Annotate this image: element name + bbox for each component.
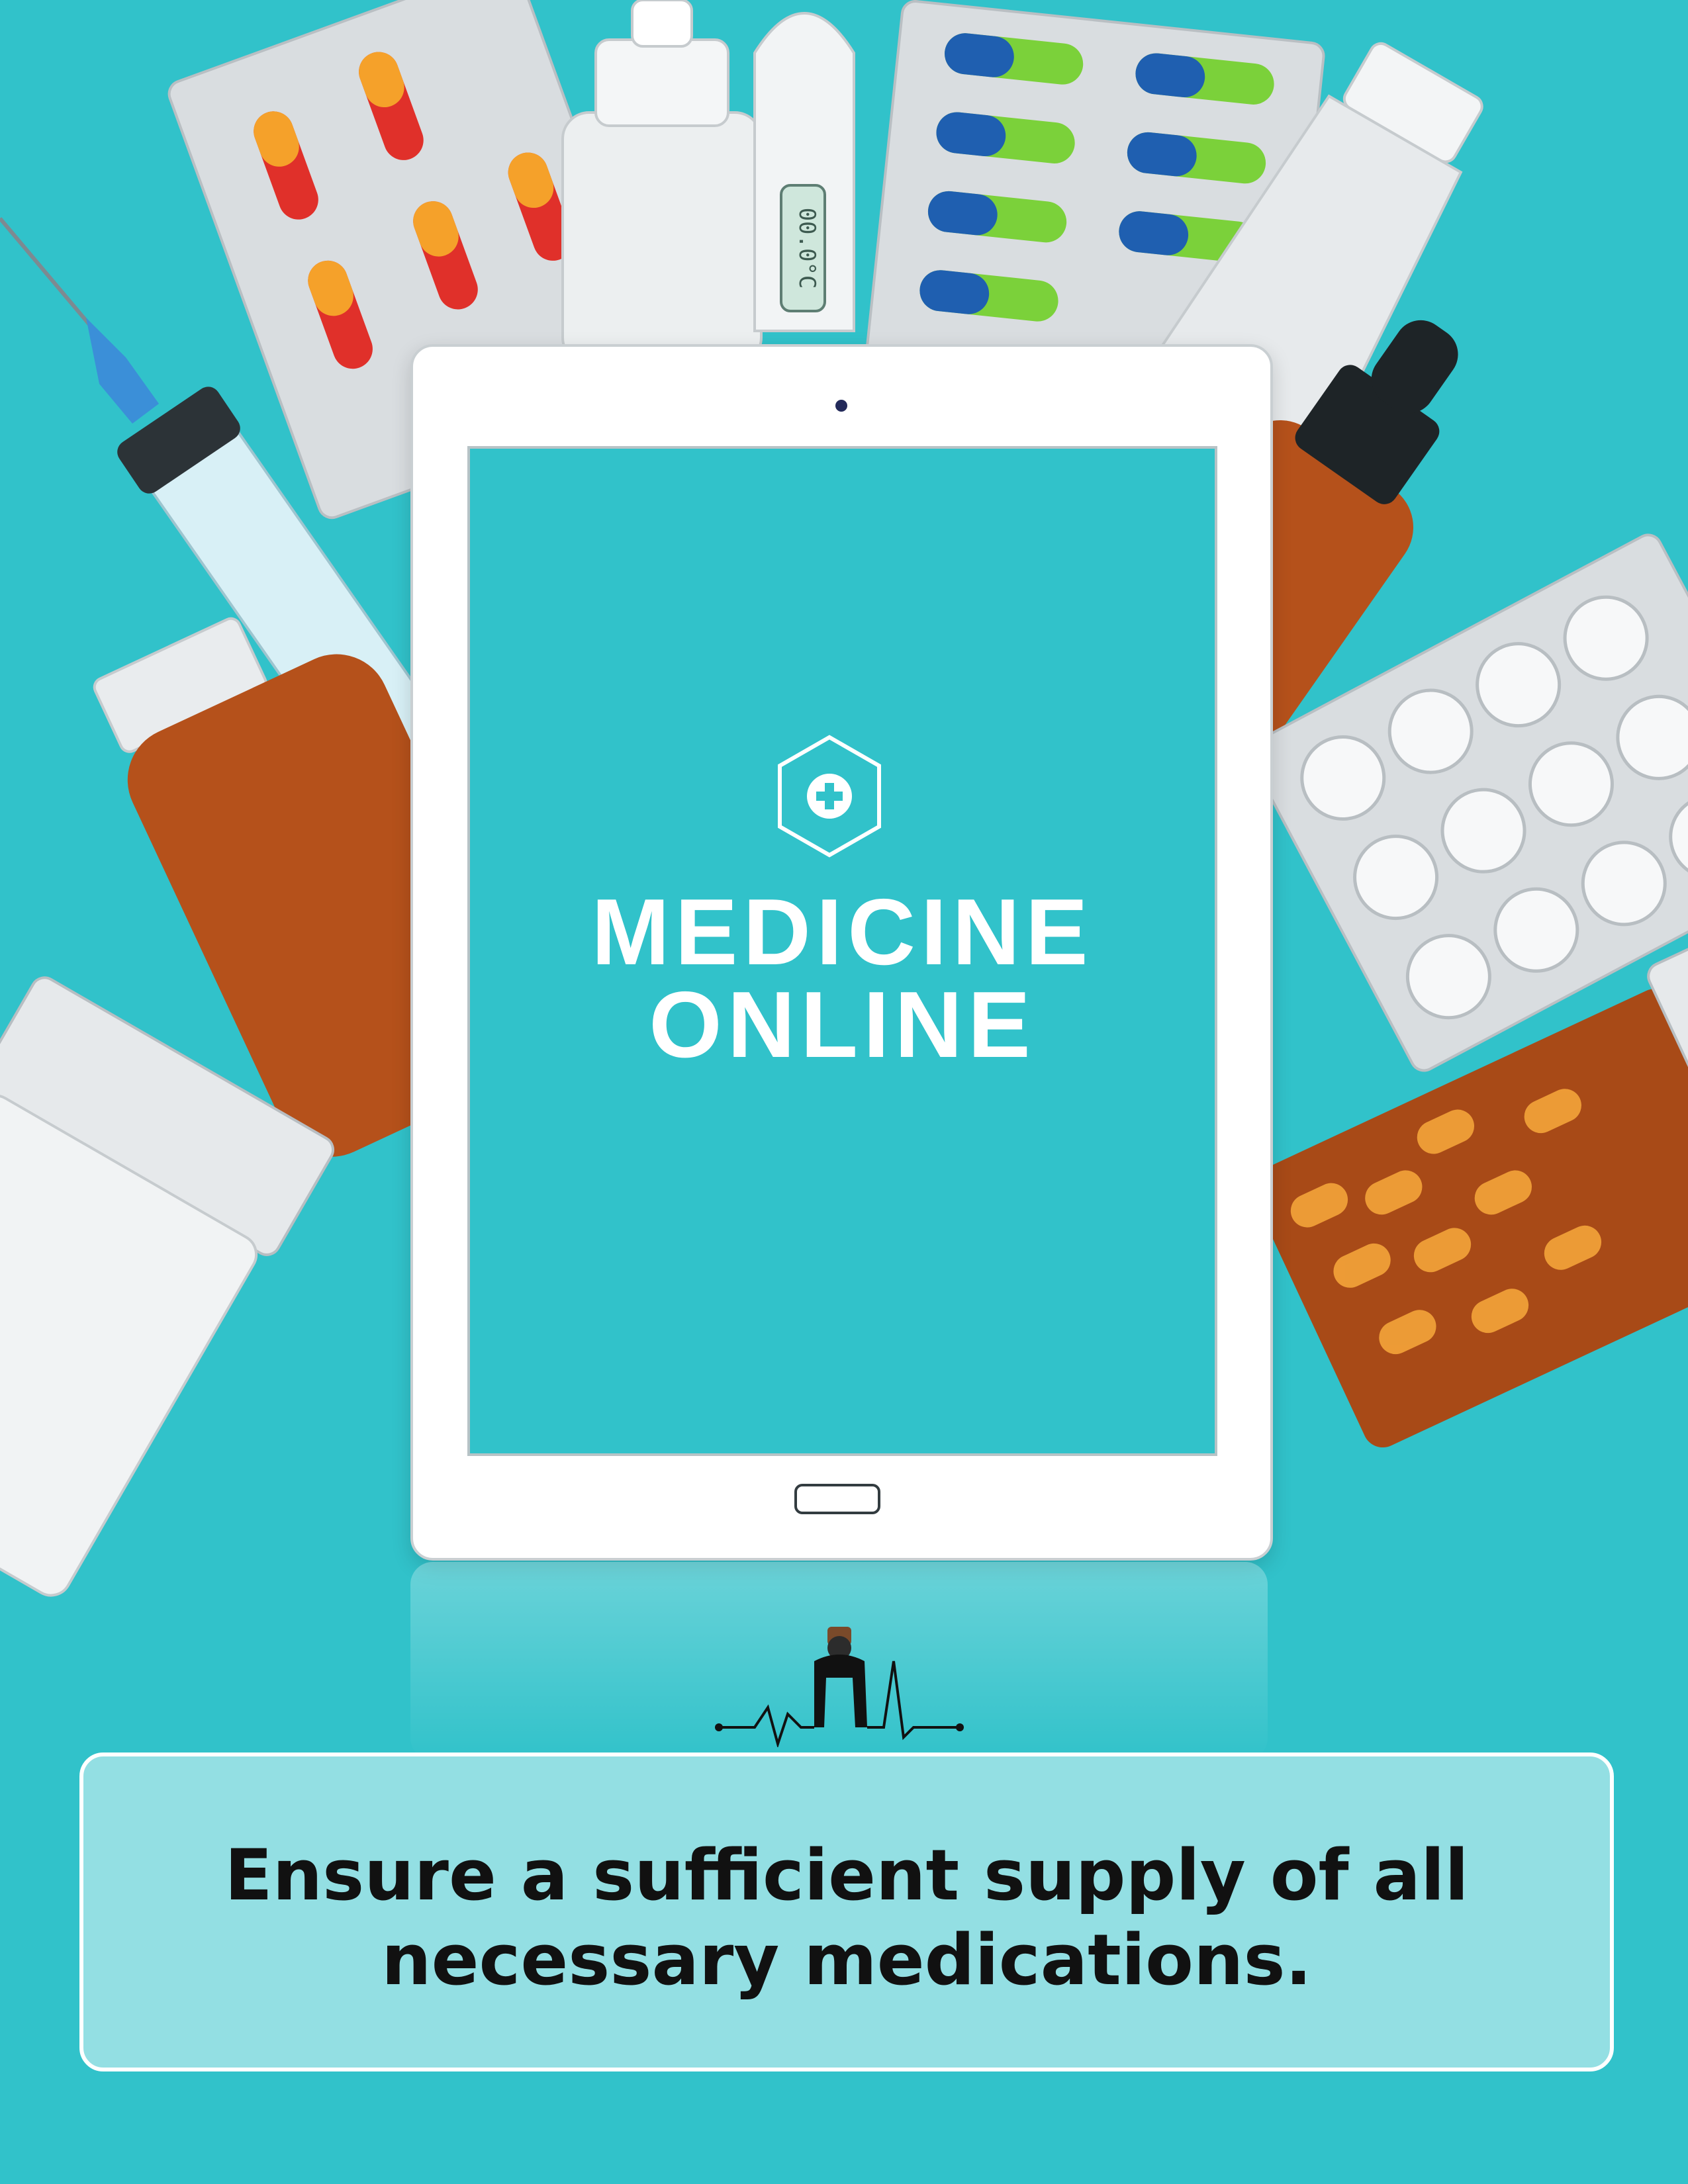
title-line-2: ONLINE xyxy=(649,972,1036,1077)
caption-line-1: Ensure a sufficient supply of all xyxy=(224,1835,1469,1916)
illustration: 00.0°C MEDICINE ONLINE Ensure a sufficie… xyxy=(0,0,1688,2184)
heartbeat-doctor-icon xyxy=(715,1627,964,1747)
caption-line-2: necessary medications. xyxy=(381,1919,1312,2001)
title-line-1: MEDICINE xyxy=(591,880,1094,985)
caption-text: Ensure a sufficient supply of all necess… xyxy=(83,1833,1610,2003)
caption-box: Ensure a sufficient supply of all necess… xyxy=(79,1752,1614,2071)
camera-dot xyxy=(835,400,847,412)
tablet-device: MEDICINE ONLINE xyxy=(410,344,1273,1561)
tablet-screen: MEDICINE ONLINE xyxy=(467,446,1217,1456)
dropper-bottle-white xyxy=(561,0,763,365)
thermometer-reading: 00.0°C xyxy=(794,208,820,289)
home-button[interactable] xyxy=(794,1484,880,1514)
thermometer: 00.0°C xyxy=(753,12,855,332)
medical-cross-hexagon-icon xyxy=(778,735,881,858)
